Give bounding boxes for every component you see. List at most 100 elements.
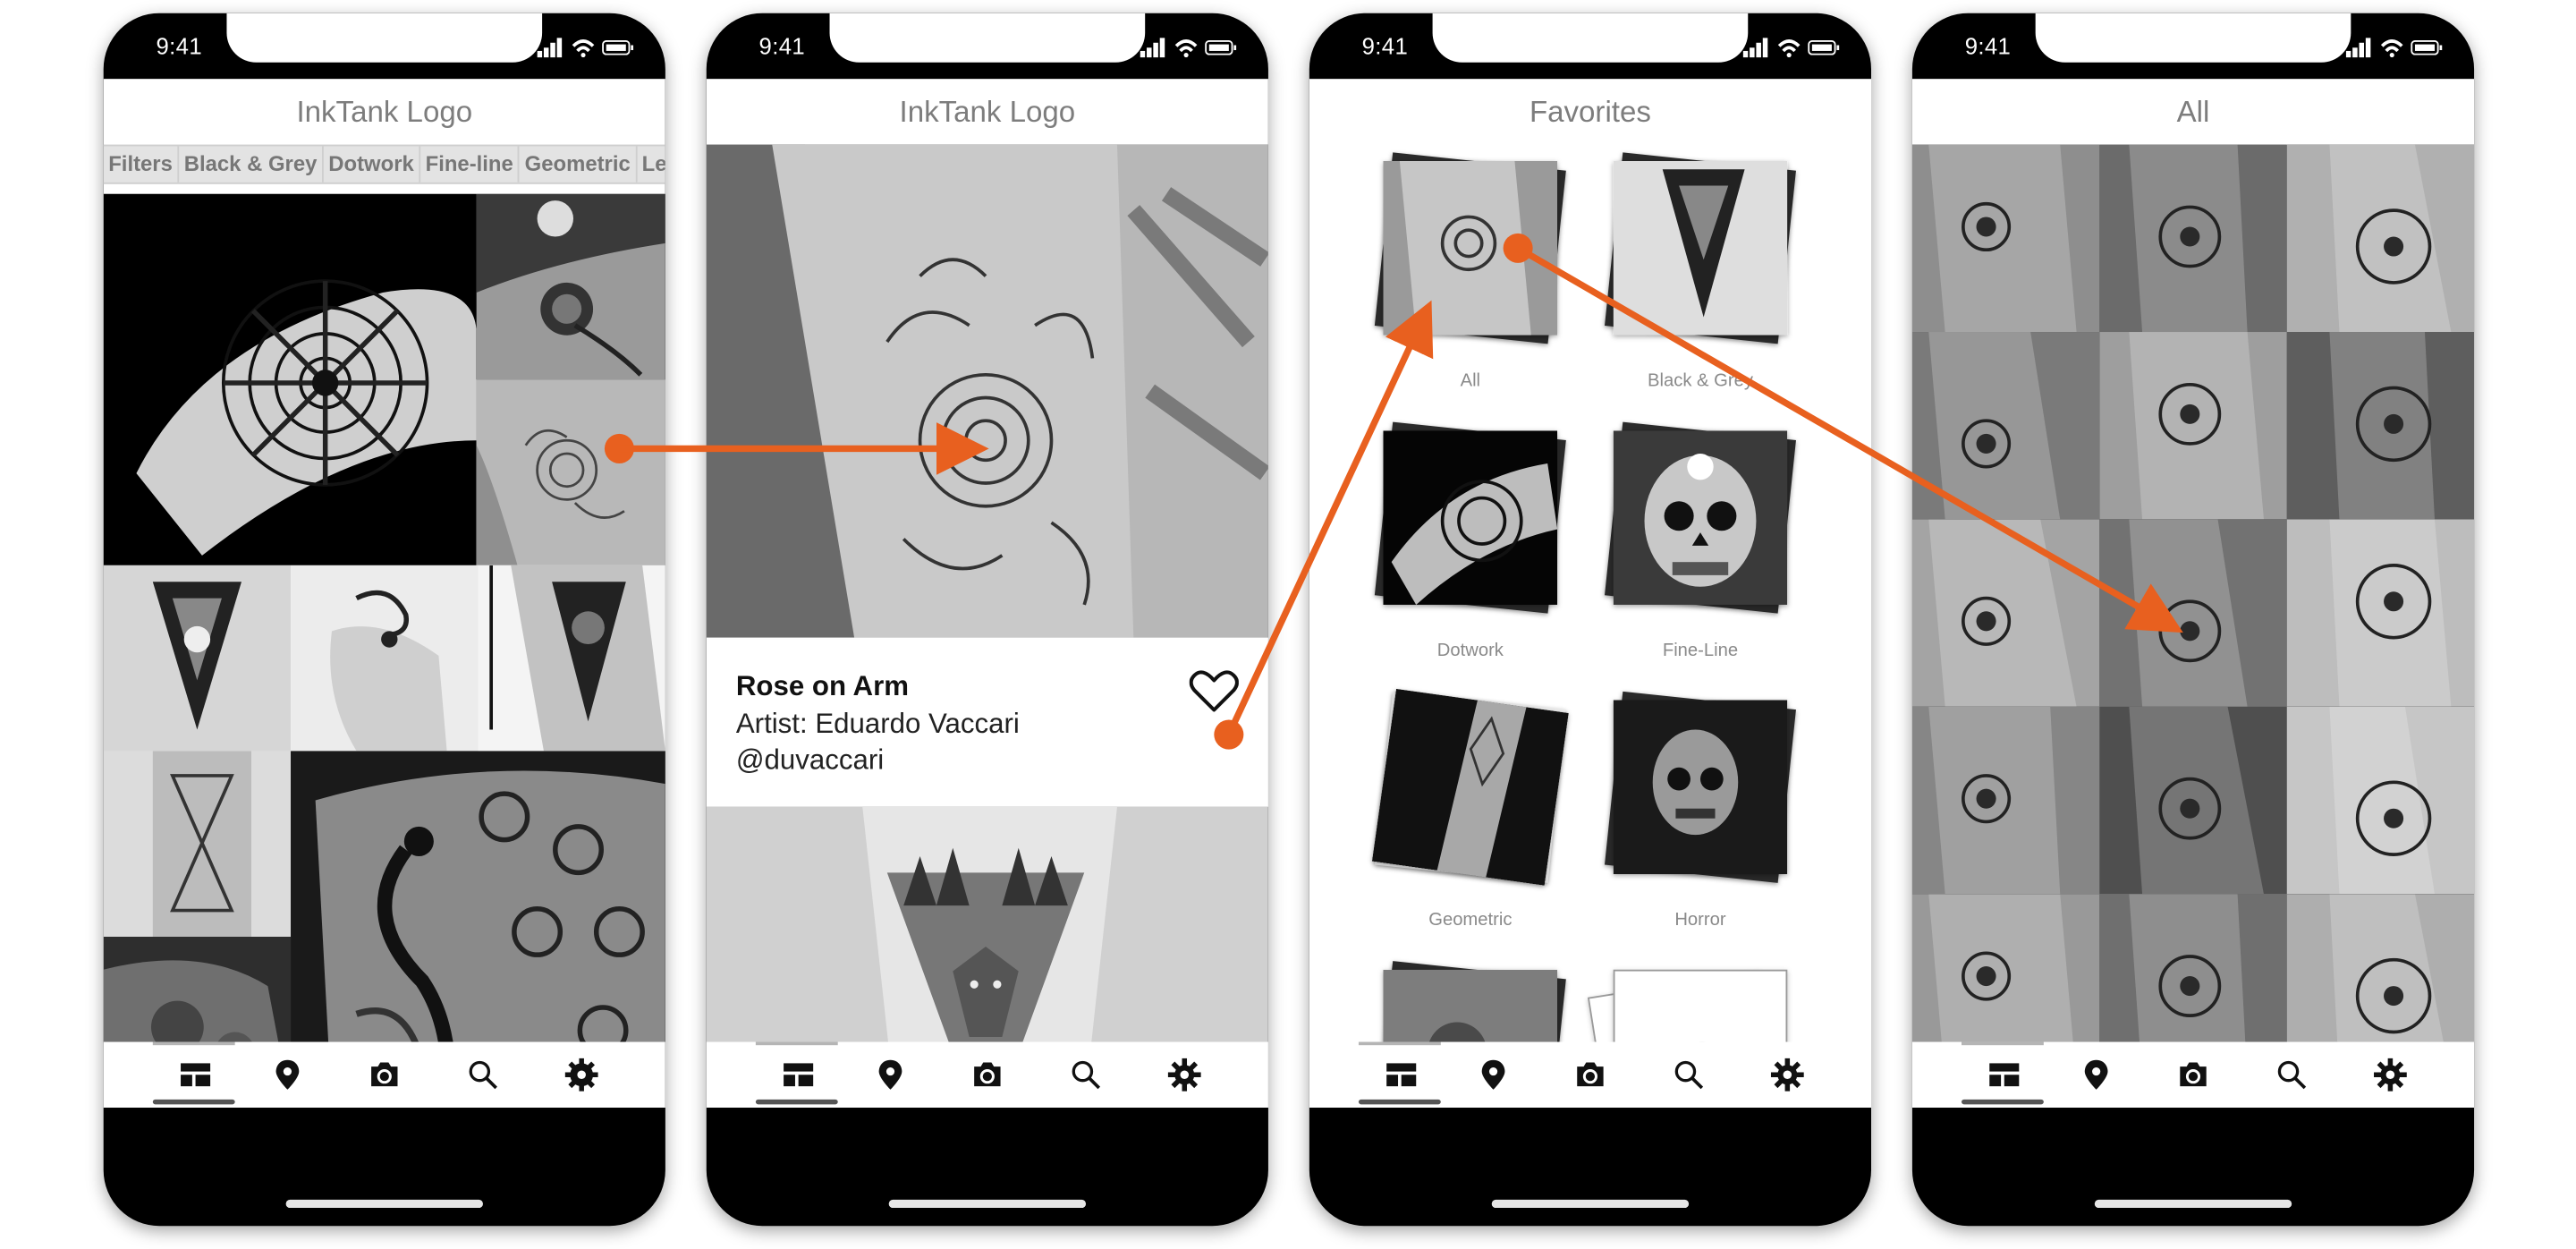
settings-gear-icon[interactable]: [1166, 1057, 1202, 1092]
tattoo-hourglass-thumb[interactable]: [103, 751, 292, 937]
all-photo-tile[interactable]: [1911, 706, 2100, 895]
search-icon[interactable]: [2274, 1057, 2309, 1092]
all-photo-tile[interactable]: [2286, 332, 2475, 520]
collection-geometric-cover: [1371, 688, 1569, 886]
filter-chip-fine-line[interactable]: Fine-line: [420, 146, 521, 183]
filter-chip-lettering[interactable]: Lette: [637, 146, 665, 182]
collection-fine-line-cover: [1613, 430, 1788, 605]
tattoo-mandala-arm[interactable]: [103, 193, 477, 565]
tattoo-name: Rose on Arm: [735, 670, 910, 702]
favorites-screen: Favorites All Black & Grey Dotwork Fine-…: [1309, 79, 1872, 1109]
app-logo-title: InkTank Logo: [296, 95, 473, 129]
status-time: 9:41: [156, 32, 203, 60]
notch: [1432, 13, 1749, 63]
camera-icon[interactable]: [1572, 1057, 1608, 1092]
collection-geometric[interactable]: Geometric: [1363, 688, 1577, 947]
tattoo-rose-arm-thumb[interactable]: [476, 193, 665, 380]
phone-detail-screen: 9:41 InkTank Logo Rose on Arm Artist: Ed…: [706, 13, 1268, 1227]
filter-chip-dotwork[interactable]: Dotwork: [324, 146, 421, 183]
search-icon[interactable]: [1068, 1057, 1104, 1092]
feed-screen: InkTank Logo Filters Black & Grey Dotwork F…: [103, 79, 665, 1109]
search-icon[interactable]: [1671, 1057, 1707, 1092]
all-photo-tile[interactable]: [1911, 519, 2100, 707]
all-photo-tile[interactable]: [2286, 706, 2475, 895]
tab-bar: [1309, 1041, 1872, 1109]
collection-black-grey[interactable]: Black & Grey: [1594, 152, 1808, 408]
notch: [226, 13, 543, 63]
tab-indicator: [755, 1041, 838, 1046]
status-time: 9:41: [1361, 32, 1409, 60]
collection-all[interactable]: All: [1363, 152, 1577, 408]
feed-grid-icon[interactable]: [1987, 1057, 2022, 1092]
filter-chip-black-grey[interactable]: Black & Grey: [179, 146, 324, 183]
all-collection-screen: All: [1911, 79, 2475, 1109]
collection-horror-stack: [1604, 691, 1796, 883]
tab-underline: [755, 1099, 838, 1105]
status-bar: 9:41: [1912, 13, 2474, 79]
collection-horror[interactable]: Horror: [1594, 691, 1808, 947]
collection-all-cover: [1383, 161, 1558, 336]
tab-indicator: [1962, 1041, 2044, 1046]
location-pin-icon[interactable]: [269, 1057, 305, 1092]
collection-black-grey-stack: [1604, 152, 1796, 344]
tab-underline: [1962, 1099, 2044, 1105]
collection-black-grey-label: Black & Grey: [1648, 371, 1753, 392]
location-pin-icon[interactable]: [872, 1057, 908, 1092]
location-pin-icon[interactable]: [1475, 1057, 1511, 1092]
phone-all-screen: 9:41 All: [1911, 13, 2475, 1227]
collection-fine-line[interactable]: Fine-Line: [1594, 421, 1808, 677]
all-photo-tile[interactable]: [2099, 332, 2287, 520]
feed-grid-icon[interactable]: [177, 1057, 213, 1092]
home-indicator: [1491, 1199, 1690, 1209]
feed-grid-icon[interactable]: [1384, 1057, 1419, 1092]
status-bar: 9:41: [707, 13, 1268, 79]
favorites-title: Favorites: [1529, 95, 1651, 129]
home-indicator: [285, 1199, 483, 1209]
camera-icon[interactable]: [970, 1057, 1005, 1092]
tab-bar: [103, 1041, 665, 1109]
tattoo-fineline-rose-thumb[interactable]: [476, 379, 665, 565]
collection-horror-cover: [1613, 700, 1788, 875]
notch: [2035, 13, 2351, 63]
all-photo-tile[interactable]: [2286, 519, 2475, 707]
settings-gear-icon[interactable]: [2372, 1057, 2408, 1092]
artist-name: Artist: Eduardo Vaccari: [735, 708, 1020, 740]
status-bar: 9:41: [104, 13, 665, 79]
filter-chip-geometric[interactable]: Geometric: [520, 146, 638, 183]
detail-screen: InkTank Logo Rose on Arm Artist: Eduardo…: [706, 79, 1268, 1109]
tattoo-geometric-lion-thumb[interactable]: [478, 565, 665, 752]
status-icons: [2345, 38, 2443, 58]
tab-indicator: [152, 1041, 235, 1046]
all-photo-tile[interactable]: [2099, 519, 2287, 707]
artist-handle[interactable]: @duvaccari: [736, 744, 884, 777]
collection-dotwork-cover: [1383, 430, 1558, 605]
favorite-heart-icon[interactable]: [1189, 667, 1239, 713]
app-logo-title: InkTank Logo: [899, 95, 1076, 129]
tattoo-scorpion-hand-thumb[interactable]: [291, 565, 479, 752]
tattoo-geometric-wolf-thumb[interactable]: [103, 565, 292, 752]
phone-favorites-screen: 9:41 Favorites All Black & Grey Dotwork …: [1309, 13, 1872, 1227]
all-photo-tile[interactable]: [2286, 144, 2475, 333]
phone-feed-screen: 9:41 InkTank Logo Filters Black & Grey Dot…: [103, 13, 665, 1227]
all-photo-tile[interactable]: [1911, 144, 2100, 333]
settings-gear-icon[interactable]: [1769, 1057, 1805, 1092]
feed-grid-icon[interactable]: [780, 1057, 816, 1092]
collection-dotwork[interactable]: Dotwork: [1363, 421, 1577, 677]
search-icon[interactable]: [465, 1057, 501, 1092]
collection-fine-line-label: Fine-Line: [1662, 641, 1739, 661]
collection-all-stack: [1374, 152, 1566, 344]
location-pin-icon[interactable]: [2078, 1057, 2114, 1092]
all-photo-tile[interactable]: [2099, 144, 2287, 333]
all-photo-tile[interactable]: [2099, 706, 2287, 895]
tab-indicator: [1358, 1041, 1441, 1046]
filter-chip-filters[interactable]: Filters: [104, 146, 180, 183]
tab-bar: [706, 1041, 1268, 1109]
camera-icon[interactable]: [2175, 1057, 2211, 1092]
camera-icon[interactable]: [367, 1057, 402, 1092]
collection-all-label: All: [1460, 371, 1481, 392]
status-icons: [1742, 38, 1840, 58]
settings-gear-icon[interactable]: [564, 1057, 599, 1092]
all-photo-tile[interactable]: [1911, 332, 2100, 520]
tattoo-info-card: Rose on Arm Artist: Eduardo Vaccari @duv…: [706, 637, 1268, 807]
status-time: 9:41: [758, 32, 806, 60]
